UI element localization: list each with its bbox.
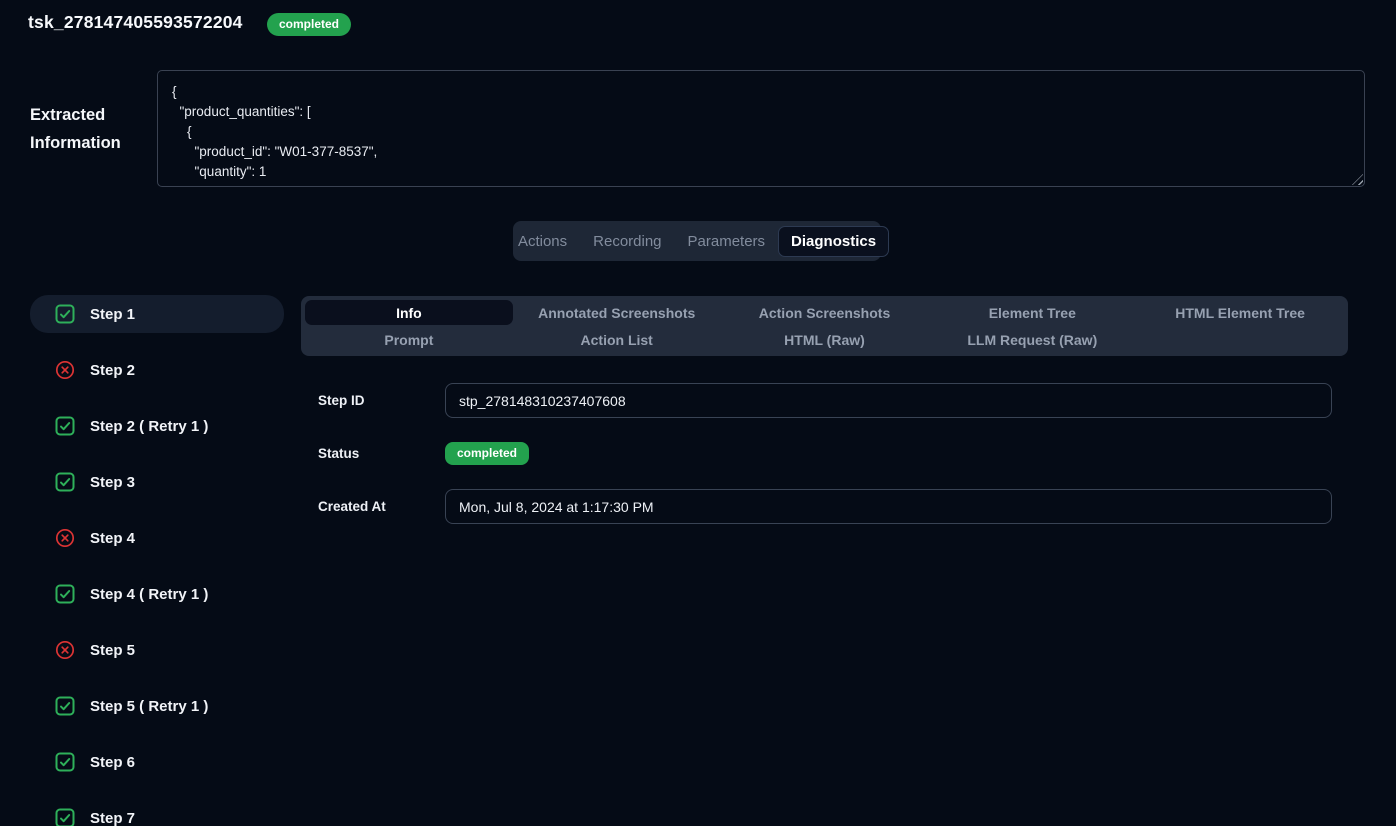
step-list-item[interactable]: Step 6 [30, 743, 284, 781]
created-at-label: Created At [318, 499, 386, 514]
step-label: Step 5 ( Retry 1 ) [90, 698, 208, 715]
extracted-information-container: { "product_quantities": [ { "product_id"… [157, 70, 1365, 187]
main-tab-bar: Actions Recording Parameters Diagnostics [513, 221, 881, 261]
diagnostics-tab-bar: Info Annotated Screenshots Action Screen… [301, 296, 1348, 356]
step-label: Step 7 [90, 810, 135, 826]
step-list-item[interactable]: Step 4 ( Retry 1 ) [30, 575, 284, 613]
steps-sidebar: Step 1 Step 2 Step 2 ( Retry 1 ) Step 3 [30, 295, 284, 826]
x-circle-icon [55, 360, 75, 380]
tab-diagnostics[interactable]: Diagnostics [778, 226, 889, 257]
step-label: Step 4 [90, 530, 135, 547]
step-list-item[interactable]: Step 2 ( Retry 1 ) [30, 407, 284, 445]
x-circle-icon [55, 528, 75, 548]
step-list-item[interactable]: Step 7 [30, 799, 284, 826]
extracted-information-label: Extracted Information [30, 101, 150, 157]
check-square-icon [55, 304, 75, 324]
step-id-input[interactable] [445, 383, 1332, 418]
step-list-item[interactable]: Step 5 [30, 631, 284, 669]
step-label: Step 5 [90, 642, 135, 659]
check-square-icon [55, 416, 75, 436]
check-square-icon [55, 584, 75, 604]
task-status-badge: completed [267, 13, 351, 36]
subtab-annotated-screenshots[interactable]: Annotated Screenshots [513, 300, 721, 325]
subtab-prompt[interactable]: Prompt [305, 327, 513, 352]
check-square-icon [55, 808, 75, 826]
step-label: Step 6 [90, 754, 135, 771]
status-label: Status [318, 446, 359, 461]
subtab-action-screenshots[interactable]: Action Screenshots [721, 300, 929, 325]
extracted-information-textarea[interactable]: { "product_quantities": [ { "product_id"… [157, 70, 1365, 187]
step-list-item[interactable]: Step 1 [30, 295, 284, 333]
step-id-label: Step ID [318, 393, 365, 408]
subtab-html-raw[interactable]: HTML (Raw) [721, 327, 929, 352]
step-label: Step 1 [90, 306, 135, 323]
subtab-empty-cell [1136, 327, 1344, 352]
subtab-element-tree[interactable]: Element Tree [928, 300, 1136, 325]
step-list-item[interactable]: Step 3 [30, 463, 284, 501]
subtab-info[interactable]: Info [305, 300, 513, 325]
step-label: Step 2 [90, 362, 135, 379]
subtab-llm-request-raw[interactable]: LLM Request (Raw) [928, 327, 1136, 352]
subtab-html-element-tree[interactable]: HTML Element Tree [1136, 300, 1344, 325]
check-square-icon [55, 472, 75, 492]
step-list-item[interactable]: Step 2 [30, 351, 284, 389]
tab-recording[interactable]: Recording [580, 226, 674, 257]
step-list-item[interactable]: Step 4 [30, 519, 284, 557]
task-diagnostics-page: tsk_278147405593572204 completed Extract… [0, 0, 1396, 826]
created-at-input[interactable] [445, 489, 1332, 524]
step-label: Step 3 [90, 474, 135, 491]
tab-actions[interactable]: Actions [505, 226, 580, 257]
step-list-item[interactable]: Step 5 ( Retry 1 ) [30, 687, 284, 725]
step-label: Step 4 ( Retry 1 ) [90, 586, 208, 603]
step-status-badge: completed [445, 442, 529, 465]
x-circle-icon [55, 640, 75, 660]
tab-parameters[interactable]: Parameters [675, 226, 779, 257]
check-square-icon [55, 752, 75, 772]
check-square-icon [55, 696, 75, 716]
task-id-title: tsk_278147405593572204 [28, 12, 243, 33]
subtab-action-list[interactable]: Action List [513, 327, 721, 352]
step-label: Step 2 ( Retry 1 ) [90, 418, 208, 435]
